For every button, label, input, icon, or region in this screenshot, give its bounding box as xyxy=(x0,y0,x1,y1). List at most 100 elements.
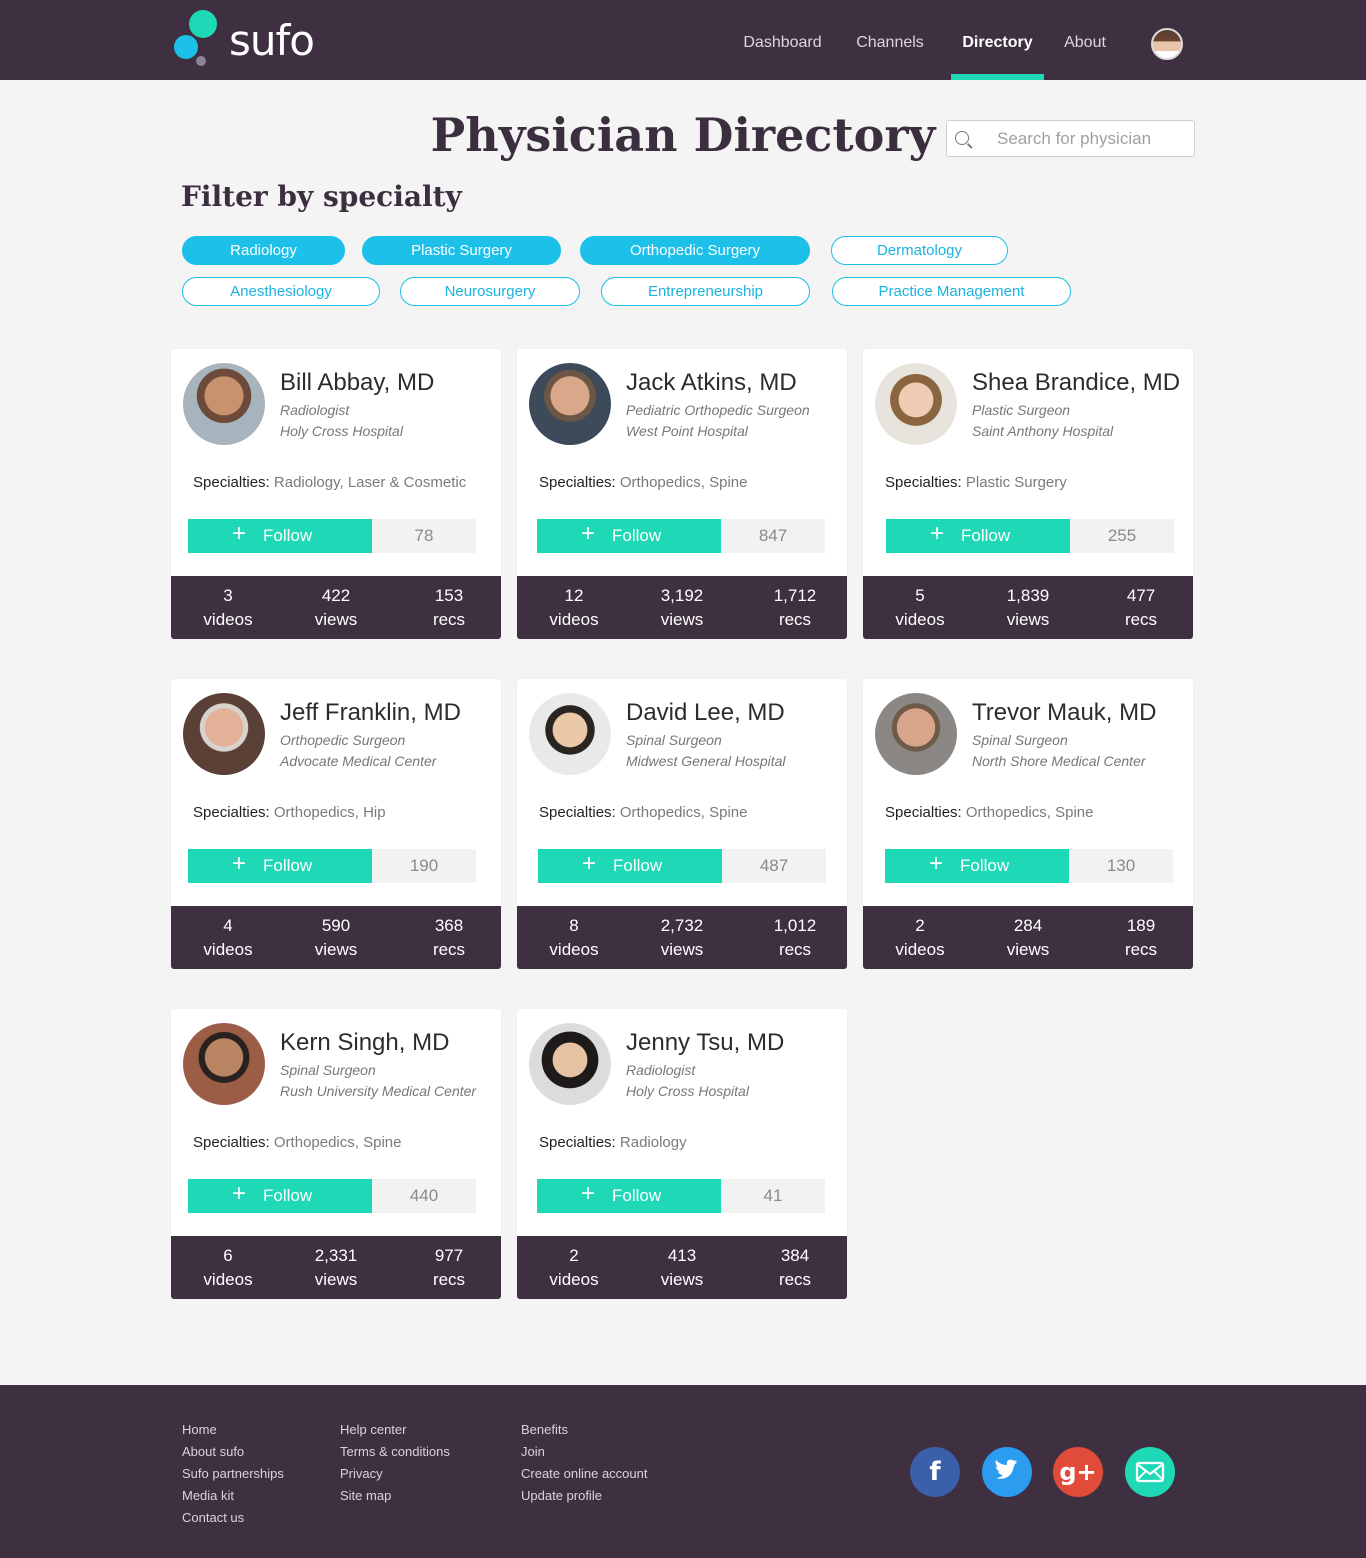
follow-button[interactable]: + Follow xyxy=(886,519,1070,553)
physician-photo[interactable] xyxy=(529,1023,611,1105)
plus-icon: + xyxy=(582,850,597,877)
stat-videos[interactable]: 2 videos xyxy=(880,914,960,962)
stat-videos[interactable]: 2 videos xyxy=(534,1244,614,1292)
stat-videos[interactable]: 12 videos xyxy=(534,584,614,632)
stat-videos[interactable]: 4 videos xyxy=(188,914,268,962)
footer-link-join[interactable]: Join xyxy=(521,1444,545,1459)
nav-dashboard[interactable]: Dashboard xyxy=(736,0,829,80)
footer-link-update-profile[interactable]: Update profile xyxy=(521,1488,602,1503)
stat-recs[interactable]: 368 recs xyxy=(409,914,489,962)
physician-name[interactable]: Bill Abbay, MD xyxy=(280,369,434,397)
footer-link-about[interactable]: About sufo xyxy=(182,1444,244,1459)
follow-button[interactable]: + Follow xyxy=(538,849,722,883)
footer-link-home[interactable]: Home xyxy=(182,1422,217,1437)
physician-card[interactable]: Jenny Tsu, MD Radiologist Holy Cross Hospi… xyxy=(517,1009,847,1299)
stat-videos[interactable]: 8 videos xyxy=(534,914,614,962)
follow-label: Follow xyxy=(263,1186,313,1205)
physician-card[interactable]: Jeff Franklin, MD Orthopedic Surgeon Advoc… xyxy=(171,679,501,969)
physician-photo[interactable] xyxy=(183,693,265,775)
search-input[interactable] xyxy=(997,127,1187,151)
nav-directory[interactable]: Directory xyxy=(951,0,1044,80)
physician-card[interactable]: Trevor Mauk, MD Spinal Surgeon North Shore… xyxy=(863,679,1193,969)
physician-role: Radiologist xyxy=(626,1062,696,1078)
physician-card[interactable]: Shea Brandice, MD Plastic Surgeon Saint An… xyxy=(863,349,1193,639)
physician-name[interactable]: Jack Atkins, MD xyxy=(626,369,797,397)
follower-count: 41 xyxy=(721,1179,825,1213)
filter-pill-anesthesiology[interactable]: Anesthesiology xyxy=(182,277,380,306)
videos-label: videos xyxy=(549,610,599,629)
stat-recs[interactable]: 477 recs xyxy=(1101,584,1181,632)
filter-pill-entrepreneurship[interactable]: Entrepreneurship xyxy=(601,277,810,306)
physician-name[interactable]: Jenny Tsu, MD xyxy=(626,1029,784,1057)
filter-pill-orthopedic-surgery[interactable]: Orthopedic Surgery xyxy=(580,236,810,265)
nav-about[interactable]: About xyxy=(1058,0,1112,80)
recs-label: recs xyxy=(432,940,466,959)
physician-photo[interactable] xyxy=(183,1023,265,1105)
stat-recs[interactable]: 977 recs xyxy=(409,1244,489,1292)
footer-link-partnerships[interactable]: Sufo partnerships xyxy=(182,1466,284,1481)
physician-photo[interactable] xyxy=(529,363,611,445)
physician-photo[interactable] xyxy=(875,693,957,775)
stat-recs[interactable]: 1,012 recs xyxy=(755,914,835,962)
views-label: views xyxy=(1006,610,1050,629)
stat-recs[interactable]: 1,712 recs xyxy=(755,584,835,632)
stat-views[interactable]: 422 views xyxy=(296,584,376,632)
physician-name[interactable]: David Lee, MD xyxy=(626,699,785,727)
footer-link-media-kit[interactable]: Media kit xyxy=(182,1488,234,1503)
footer-link-contact[interactable]: Contact us xyxy=(182,1510,244,1525)
physician-name[interactable]: Trevor Mauk, MD xyxy=(972,699,1156,727)
views-count: 422 xyxy=(321,586,351,605)
physician-photo[interactable] xyxy=(529,693,611,775)
stat-views[interactable]: 284 views xyxy=(988,914,1068,962)
stat-views[interactable]: 590 views xyxy=(296,914,376,962)
stat-views[interactable]: 2,732 views xyxy=(642,914,722,962)
stat-views[interactable]: 2,331 views xyxy=(296,1244,376,1292)
stat-views[interactable]: 3,192 views xyxy=(642,584,722,632)
footer-link-benefits[interactable]: Benefits xyxy=(521,1422,568,1437)
facebook-icon[interactable]: f xyxy=(910,1447,960,1497)
follow-button[interactable]: + Follow xyxy=(188,1179,372,1213)
physician-card[interactable]: Kern Singh, MD Spinal Surgeon Rush Univers… xyxy=(171,1009,501,1299)
filter-pill-plastic-surgery[interactable]: Plastic Surgery xyxy=(362,236,561,265)
footer-link-terms[interactable]: Terms & conditions xyxy=(340,1444,450,1459)
stat-recs[interactable]: 153 recs xyxy=(409,584,489,632)
physician-card[interactable]: Jack Atkins, MD Pediatric Orthopedic Surg… xyxy=(517,349,847,639)
follow-button[interactable]: + Follow xyxy=(188,519,372,553)
physician-name[interactable]: Shea Brandice, MD xyxy=(972,369,1180,397)
physician-name[interactable]: Jeff Franklin, MD xyxy=(280,699,461,727)
footer-link-help-center[interactable]: Help center xyxy=(340,1422,406,1437)
physician-card[interactable]: David Lee, MD Spinal Surgeon Midwest Gener… xyxy=(517,679,847,969)
stat-views[interactable]: 413 views xyxy=(642,1244,722,1292)
physician-name[interactable]: Kern Singh, MD xyxy=(280,1029,449,1057)
footer-link-create-account[interactable]: Create online account xyxy=(521,1466,647,1481)
physician-card[interactable]: Bill Abbay, MD Radiologist Holy Cross Hosp… xyxy=(171,349,501,639)
physician-search-box[interactable] xyxy=(946,120,1195,157)
google-plus-icon[interactable]: g+ xyxy=(1053,1447,1103,1497)
filter-pill-neurosurgery[interactable]: Neurosurgery xyxy=(400,277,580,306)
stat-videos[interactable]: 5 videos xyxy=(880,584,960,632)
footer-link-privacy[interactable]: Privacy xyxy=(340,1466,383,1481)
physician-photo[interactable] xyxy=(875,363,957,445)
stat-views[interactable]: 1,839 views xyxy=(988,584,1068,632)
sufo-logo[interactable]: sufo xyxy=(174,10,334,70)
twitter-icon[interactable] xyxy=(982,1447,1032,1497)
footer-link-site-map[interactable]: Site map xyxy=(340,1488,391,1503)
filter-pill-radiology[interactable]: Radiology xyxy=(182,236,345,265)
nav-channels[interactable]: Channels xyxy=(850,0,930,80)
physician-hospital: North Shore Medical Center xyxy=(972,753,1146,769)
physician-photo[interactable] xyxy=(183,363,265,445)
stat-recs[interactable]: 189 recs xyxy=(1101,914,1181,962)
videos-label: videos xyxy=(203,1270,253,1289)
follow-button[interactable]: + Follow xyxy=(537,519,721,553)
follow-button[interactable]: + Follow xyxy=(885,849,1069,883)
stat-videos[interactable]: 3 videos xyxy=(188,584,268,632)
email-icon[interactable] xyxy=(1125,1447,1175,1497)
physician-role: Radiologist xyxy=(280,402,350,418)
stat-recs[interactable]: 384 recs xyxy=(755,1244,835,1292)
filter-pill-practice-management[interactable]: Practice Management xyxy=(832,277,1071,306)
follow-button[interactable]: + Follow xyxy=(188,849,372,883)
user-avatar[interactable] xyxy=(1151,28,1183,60)
follow-button[interactable]: + Follow xyxy=(537,1179,721,1213)
filter-pill-dermatology[interactable]: Dermatology xyxy=(831,236,1008,265)
stat-videos[interactable]: 6 videos xyxy=(188,1244,268,1292)
